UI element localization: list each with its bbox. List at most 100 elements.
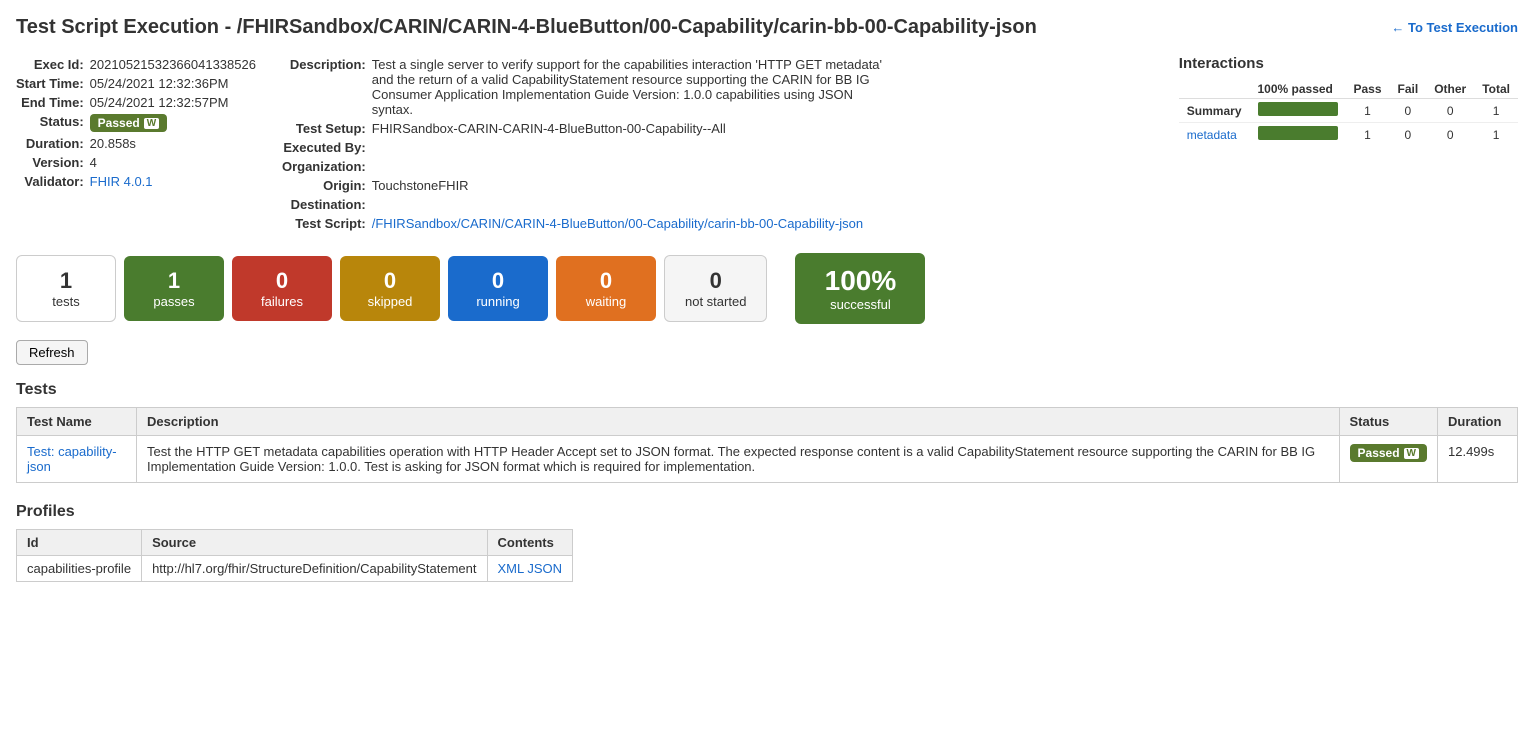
status-value: Passed — [98, 116, 140, 130]
exec-id-label: Exec Id: — [16, 55, 90, 74]
exec-id-row: Exec Id: 20210521532366041338526 — [16, 55, 262, 74]
interaction-pass: 1 — [1346, 99, 1390, 123]
start-time-label: Start Time: — [16, 74, 90, 93]
profile-json-link[interactable]: JSON — [527, 561, 562, 576]
interaction-total: 1 — [1474, 99, 1518, 123]
interactions-col-total: Total — [1474, 80, 1518, 99]
status-cell: Passed W — [90, 112, 262, 134]
origin-label: Origin: — [282, 176, 372, 195]
interactions-col-fail: Fail — [1390, 80, 1427, 99]
interactions-col-other: Other — [1426, 80, 1474, 99]
stats-row: 1 tests 1 passes 0 failures 0 skipped 0 … — [16, 253, 1518, 324]
profiles-col-contents: Contents — [487, 530, 573, 556]
stat-success-pct: 100% — [815, 265, 905, 297]
page-title-full: Test Script Execution - /FHIRSandbox/CAR… — [16, 16, 1037, 39]
refresh-button[interactable]: Refresh — [16, 340, 88, 365]
col-duration: Duration — [1438, 408, 1518, 436]
desc-label: Description: — [282, 55, 372, 119]
stat-waiting: 0 waiting — [556, 256, 656, 321]
end-time-label: End Time: — [16, 93, 90, 112]
desc-value: Test a single server to verify support f… — [372, 55, 902, 119]
start-time-row: Start Time: 05/24/2021 12:32:36PM — [16, 74, 262, 93]
stat-waiting-number: 0 — [576, 268, 636, 294]
stat-passes-number: 1 — [144, 268, 204, 294]
status-label: Status: — [16, 112, 90, 134]
stat-running-label: running — [468, 294, 528, 309]
interaction-other: 0 — [1426, 123, 1474, 147]
desc-row: Description: Test a single server to ver… — [282, 55, 902, 119]
test-status-badge: PassedW — [1350, 444, 1427, 462]
stat-passes-label: passes — [144, 294, 204, 309]
page-title-subtitle: - /FHIRSandbox/CARIN/CARIN-4-BlueButton/… — [219, 16, 1037, 38]
page-title-main: Test Script Execution — [16, 16, 219, 38]
exec-info-left: Exec Id: 20210521532366041338526 Start T… — [16, 55, 262, 233]
duration-label: Duration: — [16, 134, 90, 153]
stat-skipped-label: skipped — [360, 294, 420, 309]
validator-label: Validator: — [16, 172, 90, 191]
version-value: 4 — [90, 153, 262, 172]
col-test-name: Test Name — [17, 408, 137, 436]
to-test-execution-link[interactable]: To Test Execution — [1391, 20, 1518, 35]
stat-not-started-label: not started — [685, 294, 746, 309]
interaction-label: Summary — [1179, 99, 1250, 123]
interaction-total: 1 — [1474, 123, 1518, 147]
duration-value: 20.858s — [90, 134, 262, 153]
origin-row: Origin: TouchstoneFHIR — [282, 176, 902, 195]
stat-passes: 1 passes — [124, 256, 224, 321]
profile-contents: XML JSON — [487, 556, 573, 582]
tests-table: Test Name Description Status Duration Te… — [16, 407, 1518, 483]
list-item: capabilities-profilehttp://hl7.org/fhir/… — [17, 556, 573, 582]
test-script-row: Test Script: /FHIRSandbox/CARIN/CARIN-4-… — [282, 214, 902, 233]
executed-by-row: Executed By: — [282, 138, 902, 157]
test-status-cell: PassedW — [1339, 436, 1437, 483]
interactions-col-name — [1179, 80, 1250, 99]
stat-waiting-label: waiting — [576, 294, 636, 309]
organization-label: Organization: — [282, 157, 372, 176]
destination-label: Destination: — [282, 195, 372, 214]
interaction-row: Summary1001 — [1179, 99, 1518, 123]
interaction-bar — [1250, 123, 1346, 147]
interaction-label[interactable]: metadata — [1179, 123, 1250, 147]
profile-source: http://hl7.org/fhir/StructureDefinition/… — [142, 556, 487, 582]
interactions-table: 100% passed Pass Fail Other Total Summar… — [1179, 80, 1518, 146]
test-setup-label: Test Setup: — [282, 119, 372, 138]
version-label: Version: — [16, 153, 90, 172]
test-setup-row: Test Setup: FHIRSandbox-CARIN-CARIN-4-Bl… — [282, 119, 902, 138]
end-time-row: End Time: 05/24/2021 12:32:57PM — [16, 93, 262, 112]
start-time-value: 05/24/2021 12:32:36PM — [90, 74, 262, 93]
info-section: Exec Id: 20210521532366041338526 Start T… — [16, 55, 1518, 233]
organization-value — [372, 157, 902, 176]
status-badge: Passed W — [90, 114, 167, 132]
status-w-mark: W — [144, 118, 159, 129]
interaction-bar — [1250, 99, 1346, 123]
interaction-other: 0 — [1426, 99, 1474, 123]
organization-row: Organization: — [282, 157, 902, 176]
exec-info-center: Description: Test a single server to ver… — [282, 55, 1159, 233]
validator-link[interactable]: FHIR 4.0.1 — [90, 174, 153, 189]
stat-not-started-number: 0 — [685, 268, 746, 294]
stat-tests-label: tests — [37, 294, 95, 309]
executed-by-label: Executed By: — [282, 138, 372, 157]
stat-not-started: 0 not started — [664, 255, 767, 322]
stat-skipped-number: 0 — [360, 268, 420, 294]
test-name-link[interactable]: Test: capability-json — [27, 444, 117, 474]
table-row: Test: capability-jsonTest the HTTP GET m… — [17, 436, 1518, 483]
validator-value: FHIR 4.0.1 — [90, 172, 262, 191]
test-script-link[interactable]: /FHIRSandbox/CARIN/CARIN-4-BlueButton/00… — [372, 216, 863, 231]
test-duration-cell: 12.499s — [1438, 436, 1518, 483]
tests-section-title: Tests — [16, 381, 1518, 399]
test-script-value: /FHIRSandbox/CARIN/CARIN-4-BlueButton/00… — [372, 214, 902, 233]
stat-tests: 1 tests — [16, 255, 116, 322]
stat-success-label: successful — [815, 297, 905, 312]
stat-skipped: 0 skipped — [340, 256, 440, 321]
destination-row: Destination: — [282, 195, 902, 214]
profiles-section-title: Profiles — [16, 503, 1518, 521]
page-header: Test Script Execution - /FHIRSandbox/CAR… — [16, 16, 1518, 39]
origin-value: TouchstoneFHIR — [372, 176, 902, 195]
interaction-fail: 0 — [1390, 99, 1427, 123]
profiles-table: Id Source Contents capabilities-profileh… — [16, 529, 573, 582]
status-row: Status: Passed W — [16, 112, 262, 134]
test-script-label: Test Script: — [282, 214, 372, 233]
stat-running-number: 0 — [468, 268, 528, 294]
profile-xml-link[interactable]: XML — [498, 561, 524, 576]
